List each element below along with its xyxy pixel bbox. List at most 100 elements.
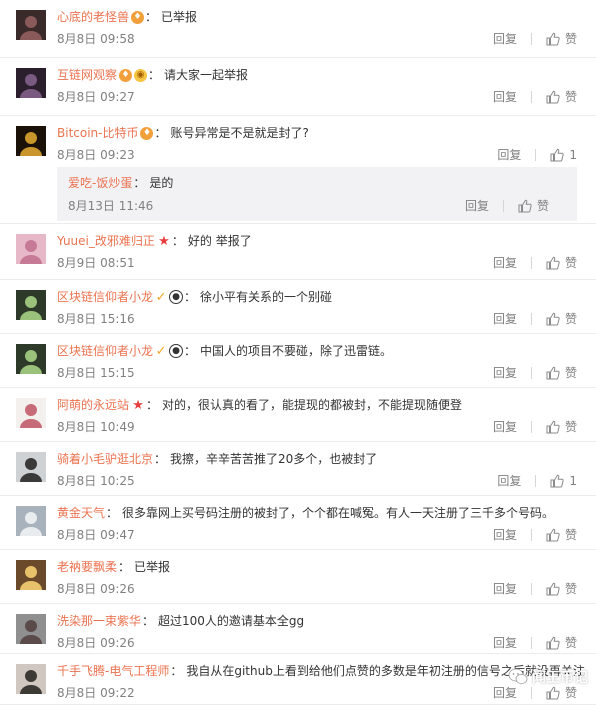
username-link[interactable]: 洗染那一束紫华 (57, 612, 141, 630)
reply-button[interactable]: 回复 (493, 685, 517, 701)
comment-header: 洗染那一束紫华：超过100人的邀请基本全gg (57, 612, 586, 630)
like-button[interactable]: 赞 (546, 527, 577, 543)
reply-button[interactable]: 回复 (497, 473, 521, 489)
username-link[interactable]: 阿萌的永远站 (57, 396, 129, 414)
thumbs-up-icon (546, 366, 560, 380)
star-badge-icon: ★ (132, 397, 144, 413)
username-link[interactable]: 千手飞腾-电气工程师 (57, 662, 169, 680)
like-button[interactable]: 赞 (546, 635, 577, 651)
action-divider (535, 149, 537, 161)
avatar[interactable] (16, 560, 46, 590)
reply-button[interactable]: 回复 (493, 89, 517, 105)
timestamp: 8月8日 09:27 (57, 90, 135, 104)
wechat-icon (508, 668, 528, 684)
comment-text: 徐小平有关系的一个别碰 (200, 290, 333, 304)
avatar[interactable] (16, 664, 46, 694)
username-link[interactable]: Bitcoin-比特币 (57, 124, 138, 142)
like-button[interactable]: 赞 (546, 89, 577, 105)
comment-text: 是的 (149, 176, 174, 190)
comment-text: 账号异常是不是就是封了? (170, 126, 309, 140)
like-label: 赞 (564, 686, 577, 700)
comment-actions: 回复 赞 (493, 419, 577, 435)
like-button[interactable]: 赞 (518, 198, 549, 214)
username-link[interactable]: 区块链信仰者小龙 (57, 288, 153, 306)
comment-item: 骑着小毛驴逛北京：我擦，辛辛苦苦推了20多个，也被封了 8月8日 10:25 回复 1 (0, 442, 596, 496)
like-label: 赞 (564, 32, 577, 46)
username-link[interactable]: 区块链信仰者小龙 (57, 342, 153, 360)
comment-text: 我擦，辛辛苦苦推了20多个，也被封了 (170, 452, 378, 466)
comment-text: 很多靠网上买号码注册的被封了，个个都在喊冤。有人一天注册了三千多个号码。 (122, 506, 555, 520)
like-button[interactable]: 赞 (546, 311, 577, 327)
username-link[interactable]: 骑着小毛驴逛北京 (57, 450, 153, 468)
reply-button[interactable]: 回复 (493, 365, 517, 381)
reply-button[interactable]: 回复 (493, 581, 517, 597)
comment-header: Bitcoin-比特币 ♦：账号异常是不是就是封了? (57, 124, 586, 142)
avatar[interactable] (16, 68, 46, 98)
username-link[interactable]: 互链网观察 (57, 66, 117, 84)
username-link[interactable]: Yuuei_改邪难归正 (57, 232, 155, 250)
colon: ： (184, 344, 197, 358)
reply-button[interactable]: 回复 (493, 527, 517, 543)
reply-button[interactable]: 回复 (497, 147, 521, 163)
timestamp: 8月8日 10:25 (57, 474, 135, 488)
like-button[interactable]: 赞 (546, 31, 577, 47)
username-link[interactable]: 心底的老怪兽 (57, 8, 129, 26)
avatar[interactable] (16, 506, 46, 536)
colon: ： (148, 68, 161, 82)
reply-button[interactable]: 回复 (493, 31, 517, 47)
timestamp: 8月9日 08:51 (57, 256, 135, 270)
avatar[interactable] (16, 290, 46, 320)
reply-button[interactable]: 回复 (493, 311, 517, 327)
watermark-text: 闻王币记 (532, 670, 588, 686)
reply-button[interactable]: 回复 (465, 198, 489, 214)
like-label: 赞 (564, 636, 577, 650)
comment-item: 区块链信仰者小龙 ✓ ●：徐小平有关系的一个别碰 8月8日 15:16 回复 赞 (0, 280, 596, 334)
like-button[interactable]: 1 (550, 147, 577, 163)
comment-text: 超过100人的邀请基本全gg (158, 614, 305, 628)
reply-button[interactable]: 回复 (493, 635, 517, 651)
avatar[interactable] (16, 234, 46, 264)
thumbs-up-icon (550, 474, 565, 488)
thumbs-up-icon (546, 256, 560, 270)
colon: ： (154, 452, 167, 466)
vip-badge-icon: ♦ (119, 68, 133, 82)
panda-badge-icon: ● (169, 290, 184, 304)
comment-text: 好的 举报了 (187, 234, 252, 248)
comment-actions: 回复 赞 (493, 31, 577, 47)
reply-button[interactable]: 回复 (493, 255, 517, 271)
username-link[interactable]: 老衲要飘柔 (57, 558, 117, 576)
thumbs-up-icon (546, 420, 560, 434)
comment-header: 爱吃-饭炒蛋：是的 (68, 174, 567, 192)
colon: ： (142, 614, 155, 628)
avatar[interactable] (16, 452, 46, 482)
avatar[interactable] (16, 398, 46, 428)
thumbs-up-icon (546, 528, 560, 542)
thumbs-up-icon (546, 686, 560, 700)
reply-button[interactable]: 回复 (493, 419, 517, 435)
comment-actions: 回复 赞 (493, 635, 577, 651)
action-divider (530, 583, 532, 595)
avatar[interactable] (16, 10, 46, 40)
colon: ： (184, 290, 197, 304)
like-button[interactable]: 赞 (546, 255, 577, 271)
username-link[interactable]: 爱吃-饭炒蛋 (68, 174, 132, 192)
like-button[interactable]: 赞 (546, 419, 577, 435)
action-divider (530, 421, 532, 433)
timestamp: 8月8日 10:49 (57, 420, 135, 434)
avatar[interactable] (16, 126, 46, 156)
avatar[interactable] (16, 614, 46, 644)
like-button[interactable]: 1 (550, 473, 577, 489)
like-label: 赞 (564, 256, 577, 270)
username-link[interactable]: 黄金天气 (57, 504, 105, 522)
comment-actions: 回复 赞 (493, 89, 577, 105)
timestamp: 8月8日 15:16 (57, 312, 135, 326)
like-button[interactable]: 赞 (546, 685, 577, 701)
v-badge-icon: ✓ (155, 289, 167, 305)
like-button[interactable]: 赞 (546, 581, 577, 597)
avatar[interactable] (16, 344, 46, 374)
comment-header: 老衲要飘柔：已举报 (57, 558, 586, 576)
action-divider (530, 91, 532, 103)
medal-badge-icon: ◉ (134, 68, 148, 82)
like-button[interactable]: 赞 (546, 365, 577, 381)
comment-text: 已举报 (161, 10, 198, 24)
